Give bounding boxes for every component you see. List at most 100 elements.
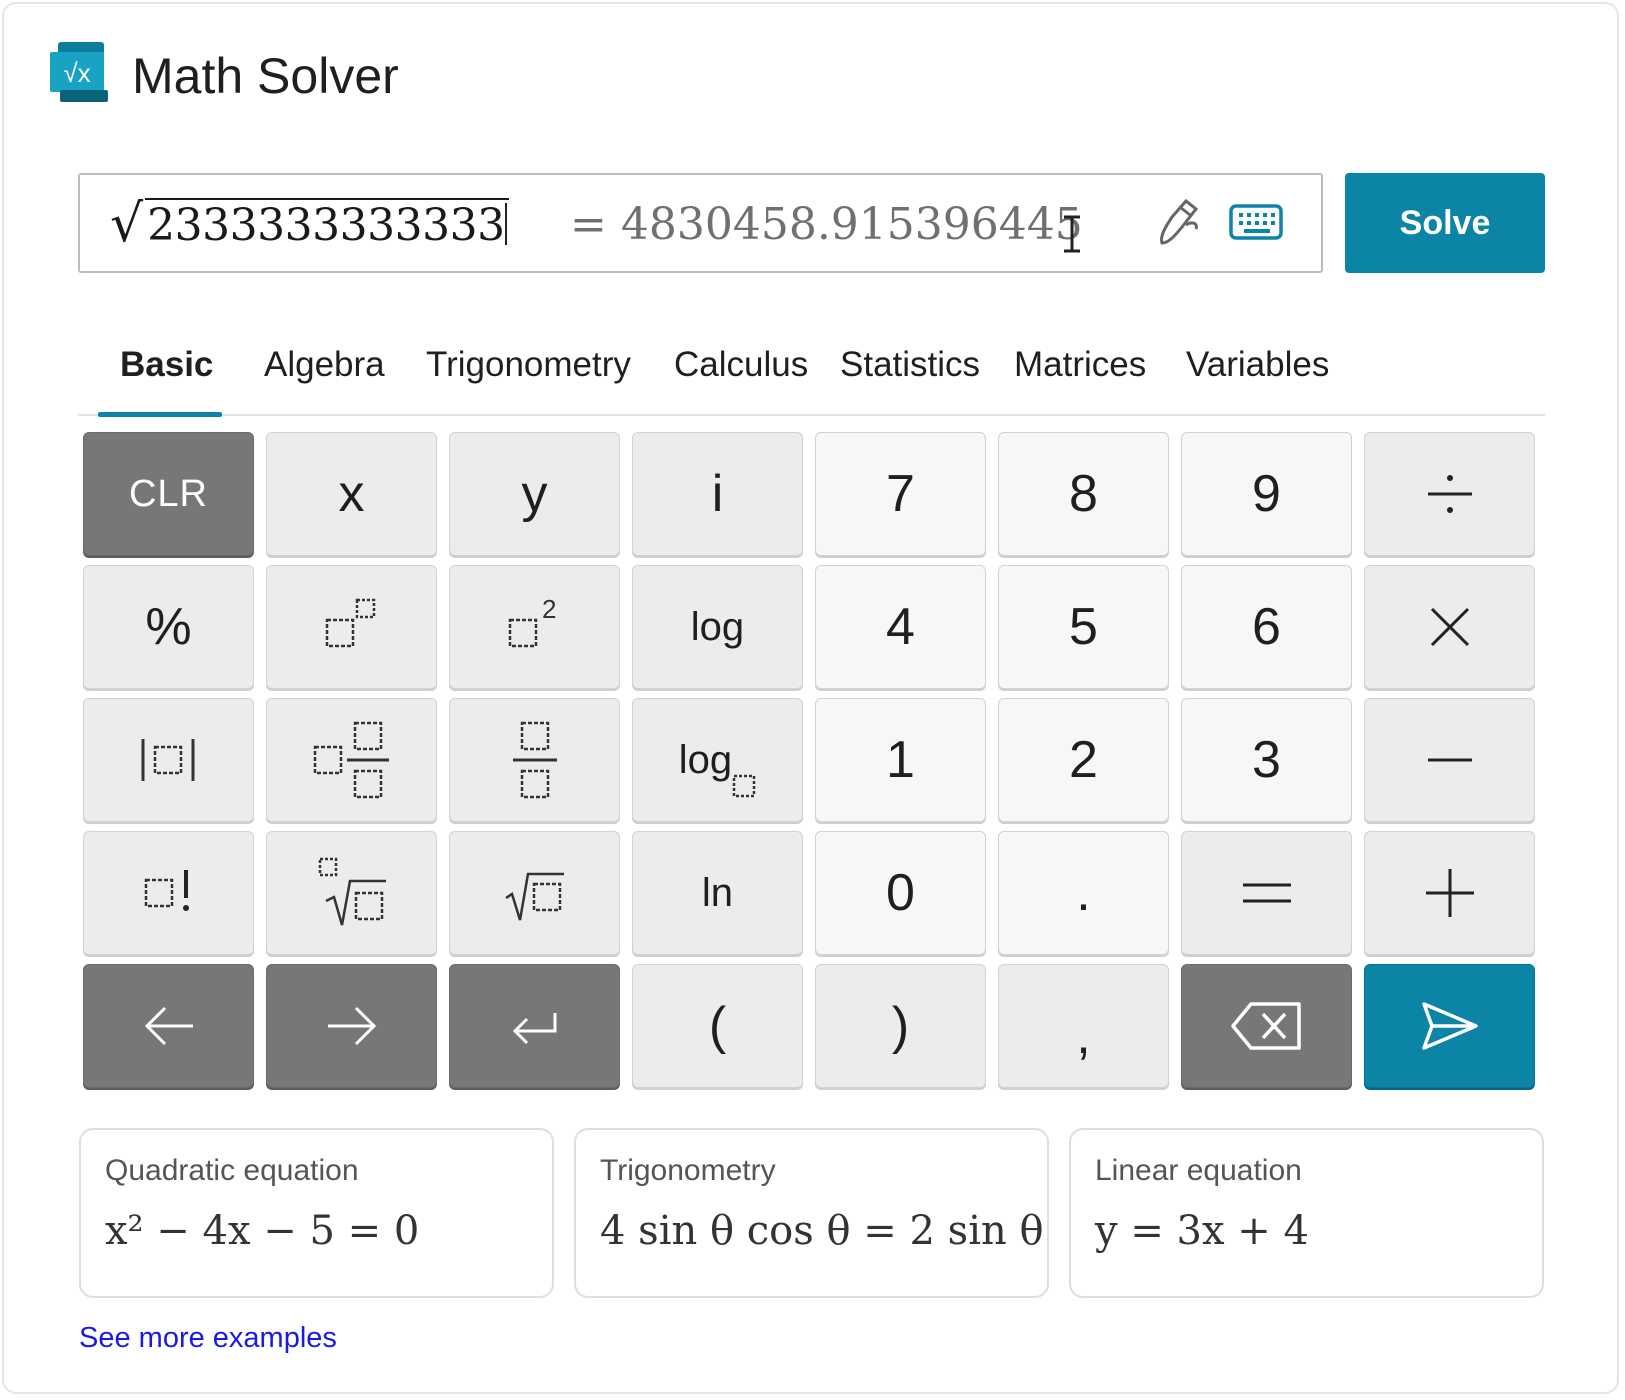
three-label: 3: [1252, 731, 1281, 789]
zero-label: 0: [886, 864, 915, 922]
tab-statistics[interactable]: Statistics: [840, 344, 980, 386]
square-root-icon: [504, 872, 564, 921]
i-key[interactable]: i: [632, 432, 803, 556]
decimal-label: .: [1076, 864, 1091, 922]
square-root-key[interactable]: [449, 831, 620, 955]
math-keypad: CLR x y i 7 8 9 % 2 log 4 5 6 log 1 2 3: [83, 432, 1543, 1088]
ln-label: ln: [701, 871, 734, 915]
minus-key[interactable]: [1364, 698, 1535, 822]
mixed-fraction-key[interactable]: [266, 698, 437, 822]
nth-root-icon: [318, 857, 386, 926]
log-base-label: log: [678, 738, 733, 782]
absolute-value-icon: [141, 739, 194, 781]
solve-button[interactable]: Solve: [1345, 173, 1545, 273]
factorial-key[interactable]: [83, 831, 254, 955]
log-key[interactable]: log: [632, 565, 803, 689]
one-label: 1: [886, 731, 915, 789]
clr-key[interactable]: CLR: [83, 432, 254, 556]
five-label: 5: [1069, 598, 1098, 656]
minus-icon: [1427, 758, 1472, 762]
keyboard-icon[interactable]: [1228, 201, 1284, 245]
category-tabs: Basic Algebra Trigonometry Calculus Stat…: [78, 330, 1545, 417]
i-label: i: [711, 465, 724, 523]
nine-label: 9: [1252, 465, 1281, 523]
ln-key[interactable]: ln: [632, 831, 803, 955]
five-key[interactable]: 5: [998, 565, 1169, 689]
two-key[interactable]: 2: [998, 698, 1169, 822]
six-key[interactable]: 6: [1181, 565, 1352, 689]
svg-text:2: 2: [542, 594, 556, 624]
close-paren-key[interactable]: ): [815, 964, 986, 1088]
divide-icon: [1427, 475, 1472, 513]
example-card-quadratic[interactable]: Quadratic equation x² − 4x − 5 = 0: [79, 1128, 554, 1298]
x-key[interactable]: x: [266, 432, 437, 556]
example-card-trigonometry[interactable]: Trigonometry 4 sin θ cos θ = 2 sin θ: [574, 1128, 1049, 1298]
y-key[interactable]: y: [449, 432, 620, 556]
close-paren-label: ): [891, 997, 910, 1055]
log-base-box-icon: [732, 774, 756, 798]
percent-key[interactable]: %: [83, 565, 254, 689]
submit-key[interactable]: [1364, 964, 1535, 1088]
comma-key[interactable]: ,: [998, 964, 1169, 1088]
text-caret: [504, 203, 507, 245]
one-key[interactable]: 1: [815, 698, 986, 822]
ibeam-cursor-icon: [1060, 215, 1084, 253]
math-input-field[interactable]: √ 2333333333333 = 4830458.915396445: [78, 173, 1323, 273]
square-key[interactable]: 2: [449, 565, 620, 689]
absolute-value-key[interactable]: [83, 698, 254, 822]
example-card-linear[interactable]: Linear equation y = 3x + 4: [1069, 1128, 1544, 1298]
y-label: y: [521, 465, 548, 523]
factorial-icon: [144, 870, 189, 911]
three-key[interactable]: 3: [1181, 698, 1352, 822]
comma-label: ,: [1076, 1007, 1091, 1065]
see-more-examples-link[interactable]: See more examples: [79, 1322, 337, 1355]
pen-icon[interactable]: [1150, 195, 1206, 251]
four-label: 4: [886, 598, 915, 656]
tab-variables[interactable]: Variables: [1186, 344, 1329, 386]
two-label: 2: [1069, 731, 1098, 789]
tab-calculus[interactable]: Calculus: [674, 344, 808, 386]
send-icon: [1421, 1002, 1478, 1050]
square-icon: 2: [508, 594, 556, 648]
log-base-key[interactable]: log: [632, 698, 803, 822]
fraction-icon: [512, 721, 557, 799]
tab-algebra[interactable]: Algebra: [264, 344, 385, 386]
arrow-left-icon: [144, 1006, 193, 1046]
eight-key[interactable]: 8: [998, 432, 1169, 556]
fraction-key[interactable]: [449, 698, 620, 822]
app-title: Math Solver: [132, 48, 399, 104]
multiply-icon: [1430, 607, 1469, 647]
tab-basic[interactable]: Basic: [120, 344, 213, 386]
example-title: Linear equation: [1095, 1154, 1302, 1187]
seven-key[interactable]: 7: [815, 432, 986, 556]
plus-icon: [1425, 869, 1474, 917]
new-line-key[interactable]: [449, 964, 620, 1088]
open-paren-key[interactable]: (: [632, 964, 803, 1088]
decimal-key[interactable]: .: [998, 831, 1169, 955]
input-expression[interactable]: √ 2333333333333: [110, 189, 509, 259]
tab-trigonometry[interactable]: Trigonometry: [426, 344, 631, 386]
live-result: = 4830458.915396445: [570, 198, 1083, 250]
tab-matrices[interactable]: Matrices: [1014, 344, 1146, 386]
example-equation: x² − 4x − 5 = 0: [105, 1208, 420, 1254]
open-paren-label: (: [708, 997, 727, 1055]
percent-label: %: [145, 598, 192, 656]
nth-root-key[interactable]: [266, 831, 437, 955]
cursor-right-key[interactable]: [266, 964, 437, 1088]
enter-arrow-icon: [512, 1013, 556, 1045]
power-key[interactable]: [266, 565, 437, 689]
mixed-fraction-icon: [313, 721, 389, 799]
example-title: Quadratic equation: [105, 1154, 359, 1187]
nine-key[interactable]: 9: [1181, 432, 1352, 556]
multiply-key[interactable]: [1364, 565, 1535, 689]
x-label: x: [338, 465, 365, 523]
zero-key[interactable]: 0: [815, 831, 986, 955]
eight-label: 8: [1069, 465, 1098, 523]
six-label: 6: [1252, 598, 1281, 656]
divide-key[interactable]: [1364, 432, 1535, 556]
equals-key[interactable]: [1181, 831, 1352, 955]
four-key[interactable]: 4: [815, 565, 986, 689]
plus-key[interactable]: [1364, 831, 1535, 955]
backspace-key[interactable]: [1181, 964, 1352, 1088]
cursor-left-key[interactable]: [83, 964, 254, 1088]
